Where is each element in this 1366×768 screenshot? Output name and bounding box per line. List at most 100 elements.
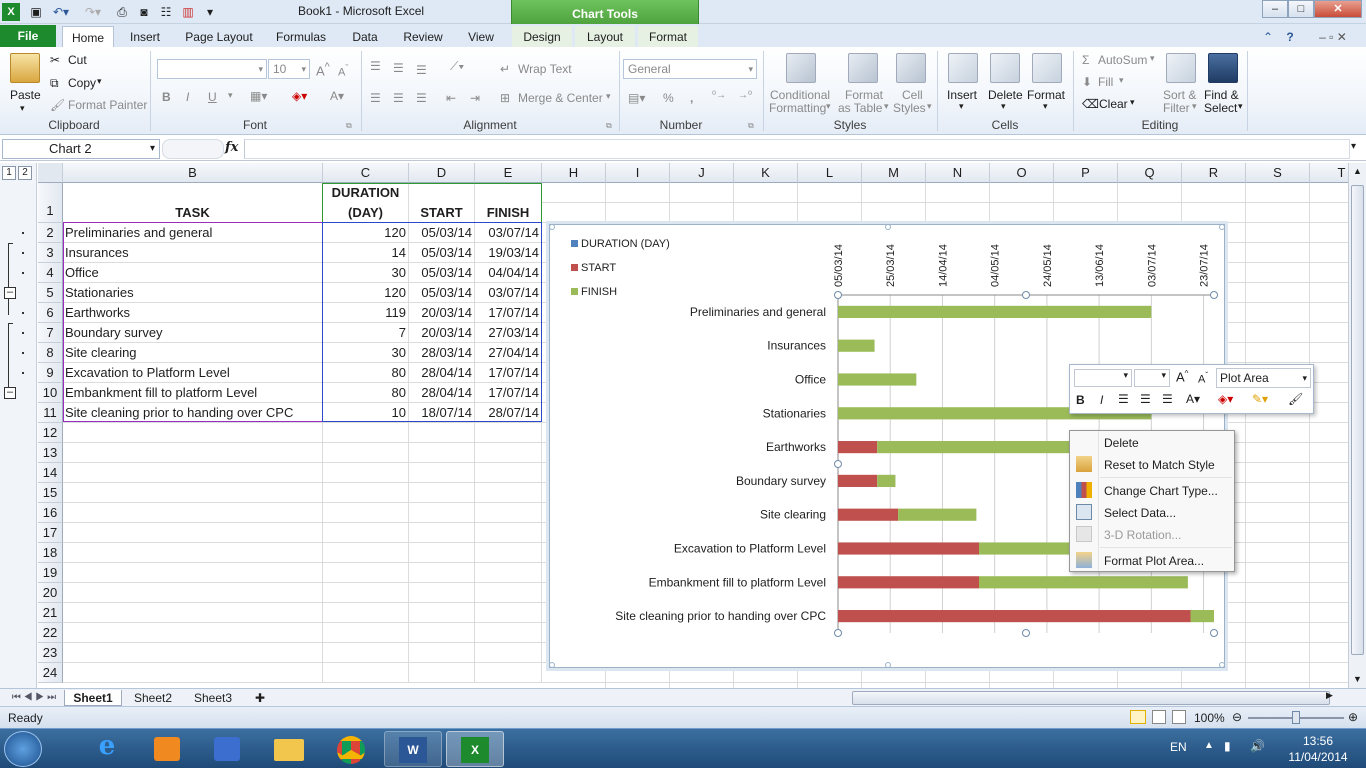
- excel-taskbar-icon[interactable]: X: [446, 731, 504, 767]
- chart-frame-handle[interactable]: [549, 662, 555, 668]
- row-header-14[interactable]: 14: [38, 463, 63, 483]
- name-box[interactable]: Chart 2 ▾: [2, 139, 160, 159]
- sheet-nav-icon[interactable]: ⏮ ◀ ▶ ⏭: [4, 690, 64, 706]
- empty-cell[interactable]: [475, 423, 542, 443]
- row-header-8[interactable]: 8: [38, 343, 63, 363]
- empty-cell[interactable]: [409, 483, 475, 503]
- fill-color-icon[interactable]: ◈▾: [292, 89, 307, 103]
- find-select-dropdown-icon[interactable]: ▾: [1238, 101, 1243, 112]
- merge-dropdown-icon[interactable]: ▾: [606, 91, 611, 102]
- column-header-o[interactable]: O: [990, 163, 1054, 183]
- underline-dropdown-icon[interactable]: ▾: [228, 90, 233, 101]
- empty-cell[interactable]: [323, 643, 409, 663]
- empty-cell[interactable]: [323, 423, 409, 443]
- workbook-window-controls[interactable]: – ▫ ✕: [1302, 26, 1364, 48]
- column-header-c[interactable]: C: [323, 163, 409, 183]
- row-header-16[interactable]: 16: [38, 503, 63, 523]
- mini-shrink-font-icon[interactable]: Aˇ: [1198, 371, 1208, 386]
- fill-dropdown-icon[interactable]: ▾: [1119, 75, 1124, 86]
- page-layout-view-icon[interactable]: [1152, 710, 1166, 724]
- vertical-scrollbar[interactable]: ▲ ▼: [1348, 163, 1366, 688]
- mini-italic-icon[interactable]: I: [1100, 393, 1103, 407]
- row-header-4[interactable]: 4: [38, 263, 63, 283]
- empty-cell[interactable]: [475, 563, 542, 583]
- format-cells-icon[interactable]: [1032, 53, 1062, 83]
- row-header-12[interactable]: 12: [38, 423, 63, 443]
- empty-cell[interactable]: [475, 663, 542, 683]
- fill-button[interactable]: Fill: [1098, 75, 1113, 89]
- empty-cell[interactable]: [409, 423, 475, 443]
- tab-home[interactable]: Home: [62, 26, 114, 48]
- copy-button[interactable]: Copy: [68, 76, 96, 90]
- clear-dropdown-icon[interactable]: ▾: [1130, 97, 1135, 108]
- paste-dropdown-icon[interactable]: ▾: [20, 103, 25, 114]
- scroll-right-icon[interactable]: ▶: [1326, 690, 1333, 701]
- row-header-11[interactable]: 11: [38, 403, 63, 423]
- empty-cell[interactable]: [409, 663, 475, 683]
- paste-icon[interactable]: [10, 53, 40, 83]
- tab-format[interactable]: Format: [638, 26, 698, 48]
- sort-filter-icon[interactable]: [1166, 53, 1196, 83]
- bar-start[interactable]: [838, 576, 979, 589]
- font-dialog-launcher-icon[interactable]: ⧉: [346, 121, 352, 131]
- bar-start[interactable]: [838, 474, 878, 487]
- sheet-tab-1[interactable]: Sheet1: [64, 690, 122, 706]
- empty-cell[interactable]: [409, 523, 475, 543]
- paste-button[interactable]: Paste: [10, 88, 41, 102]
- menu-item-format-plot-area[interactable]: Format Plot Area...: [1104, 554, 1204, 568]
- help-icon[interactable]: ?: [1280, 26, 1300, 48]
- outline-level-1-button[interactable]: 1: [2, 166, 16, 180]
- empty-cell[interactable]: [409, 463, 475, 483]
- outline-collapse-button[interactable]: –: [4, 287, 16, 299]
- align-middle-icon[interactable]: ☰: [393, 61, 404, 75]
- mini-fill-icon[interactable]: ◈▾: [1218, 392, 1233, 406]
- empty-cell[interactable]: [323, 583, 409, 603]
- minimize-ribbon-icon[interactable]: ⌃: [1258, 26, 1278, 48]
- bar-start[interactable]: [838, 610, 1191, 623]
- app-icon[interactable]: [198, 731, 256, 767]
- horizontal-scroll-thumb[interactable]: [852, 691, 1330, 705]
- mini-outline-icon[interactable]: ✎▾: [1252, 392, 1268, 406]
- bar-finish[interactable]: [838, 373, 917, 386]
- find-select-line2[interactable]: Select: [1204, 101, 1237, 115]
- conditional-formatting-icon[interactable]: [786, 53, 816, 83]
- empty-cell[interactable]: [323, 623, 409, 643]
- empty-cell[interactable]: [409, 563, 475, 583]
- mini-align-center-icon[interactable]: ☰: [1140, 392, 1151, 406]
- empty-cell[interactable]: [323, 603, 409, 623]
- column-header-n[interactable]: N: [926, 163, 990, 183]
- autosum-icon[interactable]: Σ: [1082, 53, 1089, 67]
- italic-icon[interactable]: I: [186, 90, 189, 104]
- format-as-table-icon[interactable]: [848, 53, 878, 83]
- font-color-icon[interactable]: A▾: [330, 89, 344, 103]
- row-header-24[interactable]: 24: [38, 663, 63, 683]
- row-header-23[interactable]: 23: [38, 643, 63, 663]
- form-icon[interactable]: ☷: [158, 3, 174, 21]
- plot-area-handle[interactable]: [1210, 629, 1218, 637]
- empty-cell[interactable]: [63, 663, 323, 683]
- menu-item-select-data[interactable]: Select Data...: [1104, 506, 1176, 520]
- chart-frame-handle[interactable]: [885, 224, 891, 230]
- customize-qat-icon[interactable]: ▾: [204, 3, 216, 21]
- mini-bold-icon[interactable]: B: [1076, 393, 1085, 407]
- binoculars-icon[interactable]: [1208, 53, 1238, 83]
- outline-level-2-button[interactable]: 2: [18, 166, 32, 180]
- empty-cell[interactable]: [63, 563, 323, 583]
- save-icon[interactable]: ▣: [28, 3, 44, 21]
- empty-cell[interactable]: [409, 543, 475, 563]
- conditional-formatting-dropdown-icon[interactable]: ▾: [826, 101, 831, 112]
- align-right-icon[interactable]: ☰: [416, 91, 427, 105]
- autosum-dropdown-icon[interactable]: ▾: [1150, 53, 1155, 64]
- mini-size-combo[interactable]: ▾: [1134, 369, 1170, 387]
- empty-cell[interactable]: [63, 543, 323, 563]
- row-header-10[interactable]: 10: [38, 383, 63, 403]
- clear-button[interactable]: Clear: [1099, 97, 1128, 111]
- tab-data[interactable]: Data: [342, 26, 388, 48]
- bar-start[interactable]: [838, 508, 899, 521]
- format-painter-icon[interactable]: 🖌: [50, 98, 65, 112]
- start-button-icon[interactable]: [4, 731, 42, 767]
- bar-finish[interactable]: [979, 576, 1188, 589]
- insert-cells-icon[interactable]: [948, 53, 978, 83]
- column-header-p[interactable]: P: [1054, 163, 1118, 183]
- merge-center-icon[interactable]: ⊞: [500, 91, 510, 105]
